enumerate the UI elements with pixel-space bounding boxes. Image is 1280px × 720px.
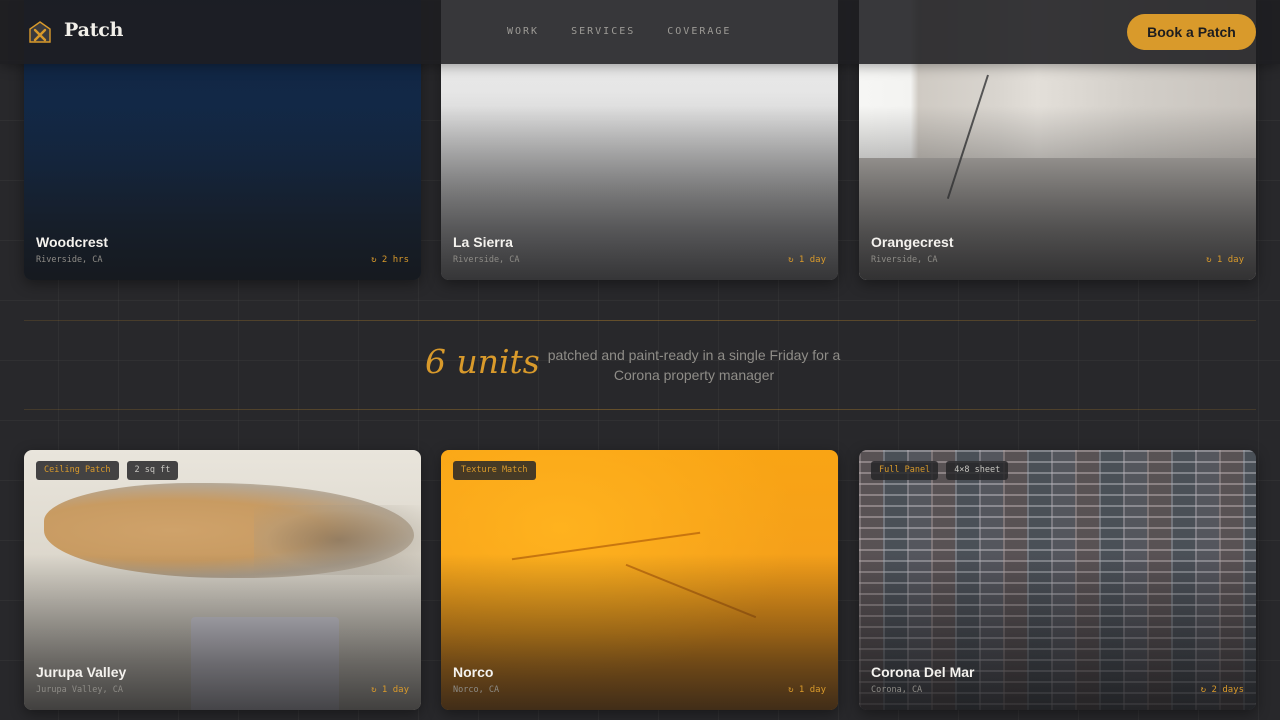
nav-work[interactable]: WORK <box>507 26 539 37</box>
project-location: Riverside, CA <box>453 255 520 265</box>
tag-list: Ceiling Patch 2 sq ft <box>36 461 186 480</box>
book-patch-button[interactable]: Book a Patch <box>1127 14 1256 50</box>
project-location: Corona, CA <box>871 685 923 695</box>
project-duration: ↻ 1 day <box>788 255 826 265</box>
project-duration: ↻ 1 day <box>371 685 409 695</box>
project-duration: ↻ 1 day <box>1206 255 1244 265</box>
main-nav: WORK SERVICES COVERAGE <box>507 26 763 37</box>
divider <box>24 320 1256 321</box>
service-tag: Texture Match <box>453 461 536 480</box>
brand-name[interactable]: Patch <box>64 19 123 41</box>
project-location: Norco, CA <box>453 685 500 695</box>
stat-description: patched and paint-ready in a single Frid… <box>547 347 841 383</box>
project-location: Riverside, CA <box>871 255 938 265</box>
divider <box>24 409 1256 410</box>
project-duration: ↻ 2 days <box>1200 685 1244 695</box>
house-x-icon[interactable] <box>28 20 52 44</box>
project-title: Woodcrest <box>36 234 109 250</box>
size-tag: 4×8 sheet <box>946 461 1009 480</box>
project-card-norco[interactable]: Texture Match Norco Norco, CA ↻ 1 day <box>441 450 838 710</box>
project-title: Jurupa Valley <box>36 664 127 680</box>
project-duration: ↻ 1 day <box>788 685 826 695</box>
tag-list: Texture Match <box>453 461 544 480</box>
service-tag: Ceiling Patch <box>36 461 119 480</box>
size-tag: 2 sq ft <box>126 461 179 480</box>
project-title: Norco <box>453 664 494 680</box>
nav-coverage[interactable]: COVERAGE <box>667 26 731 37</box>
project-duration: ↻ 2 hrs <box>371 255 409 265</box>
project-location: Jurupa Valley, CA <box>36 685 123 695</box>
nav-services[interactable]: SERVICES <box>571 26 635 37</box>
project-location: Riverside, CA <box>36 255 103 265</box>
project-title: Corona Del Mar <box>871 664 975 680</box>
project-card-jurupa-valley[interactable]: Ceiling Patch 2 sq ft Jurupa Valley Juru… <box>24 450 421 710</box>
project-card-corona-del-mar[interactable]: Full Panel 4×8 sheet Corona Del Mar Coro… <box>859 450 1256 710</box>
service-tag: Full Panel <box>871 461 939 480</box>
site-header: Patch WORK SERVICES COVERAGE Book a Patc… <box>0 0 1280 64</box>
stat-number: 6 units <box>425 342 540 381</box>
tag-list: Full Panel 4×8 sheet <box>871 461 1016 480</box>
project-title: La Sierra <box>453 234 513 250</box>
project-title: Orangecrest <box>871 234 954 250</box>
